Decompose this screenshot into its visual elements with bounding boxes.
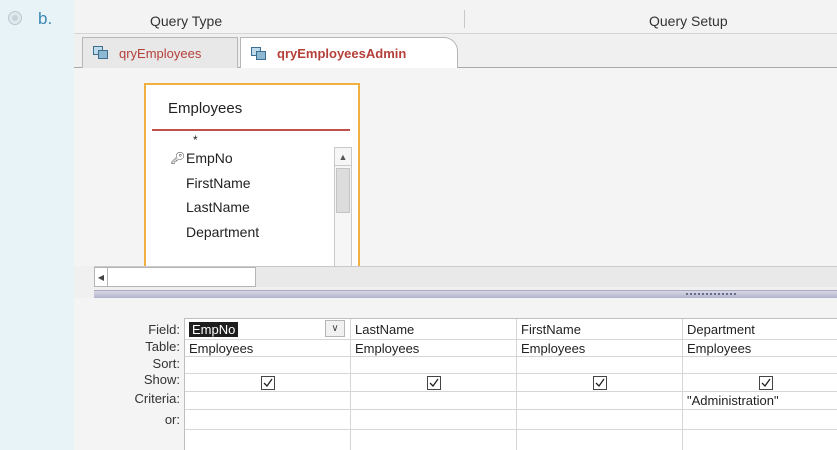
option-label: b.: [38, 9, 53, 28]
upper-pane-horizontal-scrollbar[interactable]: ◀: [94, 266, 837, 287]
grid-column[interactable]: LastName Employees: [351, 319, 517, 450]
ribbon-separator: [464, 10, 465, 28]
splitter-grip-icon[interactable]: [686, 293, 736, 296]
scroll-left-arrow-icon[interactable]: ◀: [94, 267, 108, 287]
employees-table-field-list[interactable]: Employees * 🔑︎ EmpNo FirstName LastName …: [144, 83, 360, 283]
query-design-grid-pane: Field: Table: Sort: Show: Criteria: or: …: [74, 298, 837, 450]
table-title: Employees: [168, 100, 243, 117]
field-list-item[interactable]: LastName: [146, 194, 326, 220]
scrollbar-thumb[interactable]: [336, 168, 350, 213]
table-cell[interactable]: Employees: [185, 341, 253, 356]
field-cell[interactable]: Department: [683, 322, 755, 337]
tab-qryemployees[interactable]: qryEmployees: [82, 37, 238, 68]
ribbon-group-query-type: Query Type: [150, 13, 223, 29]
access-window: Query Type Query Setup qryEmployees qryE…: [74, 0, 837, 450]
row-label-show: Show:: [143, 372, 180, 387]
row-label-field: Field:: [148, 322, 180, 337]
criteria-cell[interactable]: "Administration": [683, 393, 779, 408]
field-cell[interactable]: EmpNo: [185, 322, 239, 337]
grid-column[interactable]: EmpNo ∨ Employees: [185, 319, 351, 450]
field-list-scrollbar[interactable]: ▲: [334, 147, 352, 277]
field-list-item[interactable]: 🔑︎ EmpNo: [146, 145, 326, 171]
row-label-criteria: Criteria:: [134, 391, 180, 406]
show-checkbox[interactable]: [427, 376, 441, 390]
grid-column[interactable]: FirstName Employees: [517, 319, 683, 450]
field-cell[interactable]: LastName: [351, 322, 414, 337]
field-dropdown-chevron-icon[interactable]: ∨: [325, 320, 345, 337]
table-cell[interactable]: Employees: [683, 341, 751, 356]
document-tab-bar: qryEmployees qryEmployeesAdmin: [74, 34, 837, 69]
field-list-item[interactable]: Department: [146, 219, 326, 245]
row-label-or: or:: [164, 412, 180, 427]
scroll-up-arrow-icon[interactable]: ▲: [335, 148, 351, 166]
ribbon-group-query-setup: Query Setup: [649, 13, 728, 29]
ribbon-bar: Query Type Query Setup: [74, 0, 837, 34]
answer-radio-button[interactable]: [8, 11, 22, 25]
show-checkbox[interactable]: [593, 376, 607, 390]
table-cell[interactable]: Employees: [517, 341, 585, 356]
grid-column[interactable]: Department Employees "Administration": [683, 319, 837, 450]
show-checkbox[interactable]: [759, 376, 773, 390]
query-icon: [251, 46, 267, 61]
field-cell[interactable]: FirstName: [517, 322, 581, 337]
query-design-upper-pane: Employees * 🔑︎ EmpNo FirstName LastName …: [74, 68, 837, 283]
query-design-grid: EmpNo ∨ Employees LastName Employees Fir…: [184, 318, 837, 450]
tab-qryemployeesadmin[interactable]: qryEmployeesAdmin: [240, 37, 458, 69]
tab-label: qryEmployees: [119, 45, 202, 61]
query-icon: [93, 46, 109, 60]
tab-label: qryEmployeesAdmin: [277, 46, 407, 61]
field-list-item[interactable]: FirstName: [146, 170, 326, 196]
table-cell[interactable]: Employees: [351, 341, 419, 356]
primary-key-icon: 🔑︎: [170, 151, 186, 165]
row-label-sort: Sort:: [152, 356, 180, 371]
row-label-table: Table:: [145, 339, 180, 354]
scrollbar-thumb[interactable]: [108, 267, 256, 287]
show-checkbox[interactable]: [261, 376, 275, 390]
